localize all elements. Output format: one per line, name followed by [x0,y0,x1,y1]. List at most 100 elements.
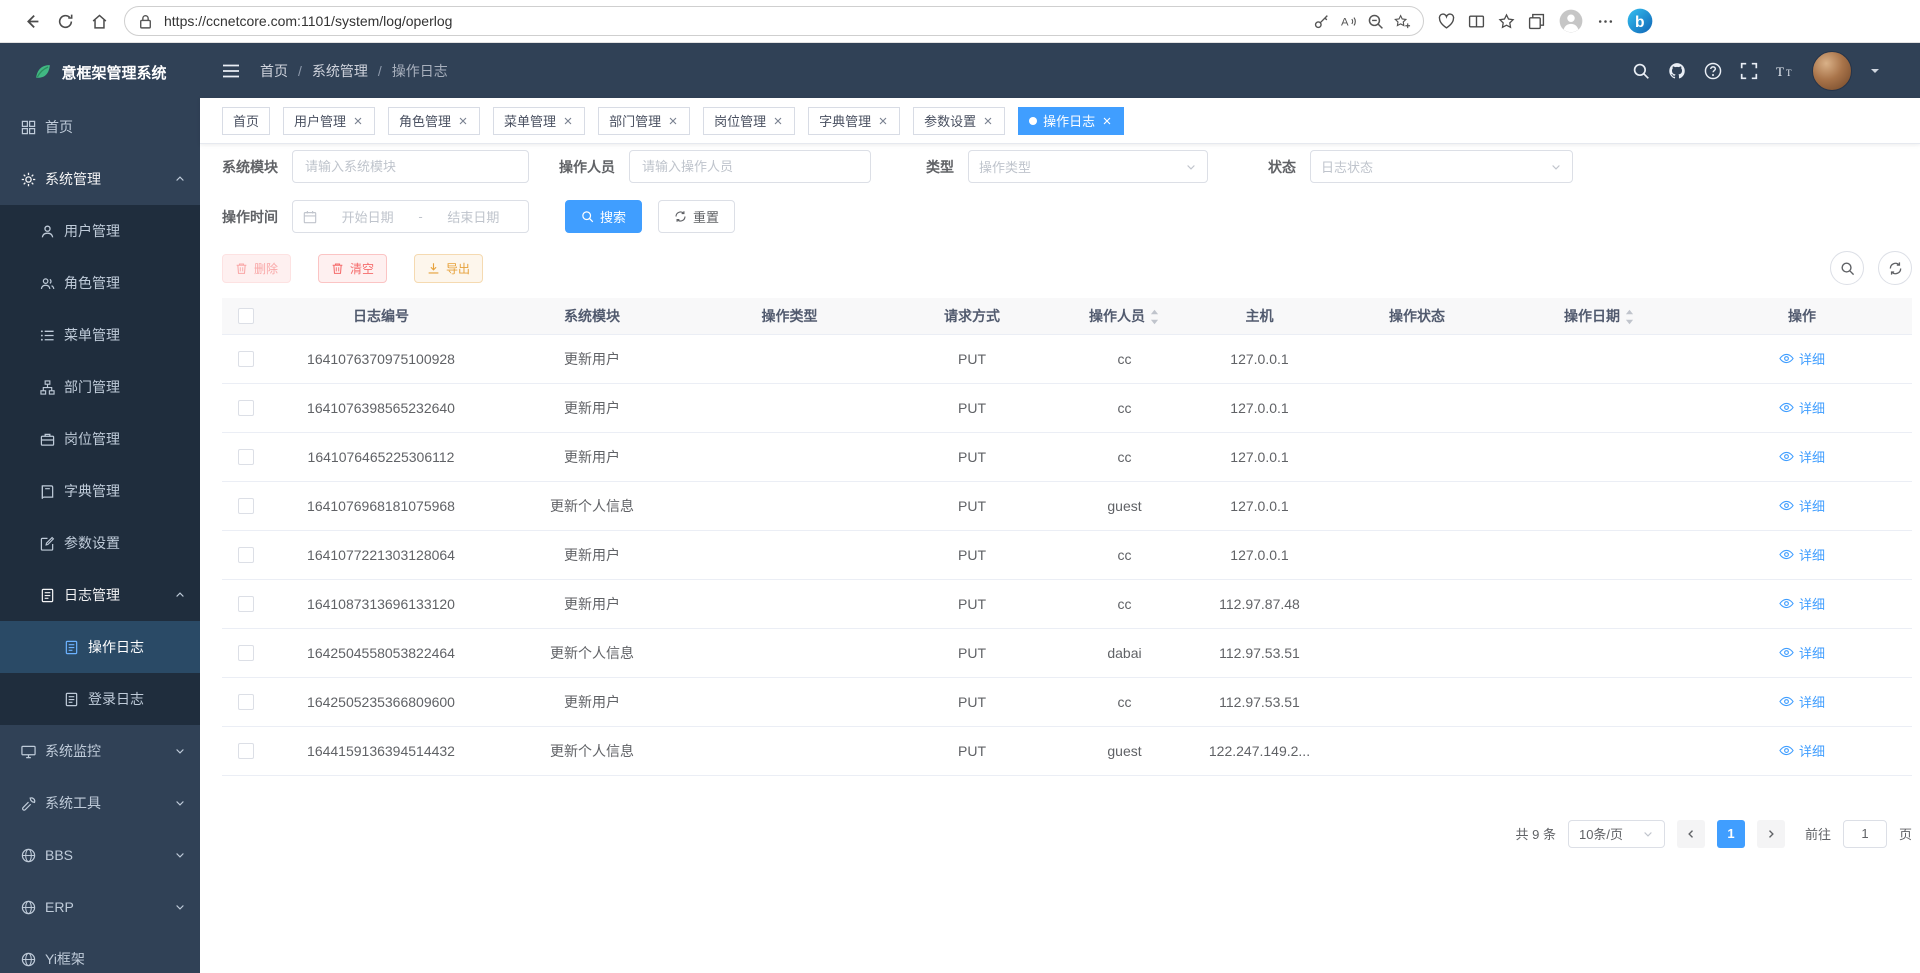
col-operator[interactable]: 操作人员 [1057,298,1192,334]
sidebar-item-home[interactable]: 首页 [0,101,200,153]
row-checkbox[interactable] [238,596,254,612]
col-date[interactable]: 操作日期 [1507,298,1692,334]
password-key-icon[interactable] [1313,13,1330,30]
tab-dept-mgmt[interactable]: 部门管理 [598,107,690,135]
row-checkbox[interactable] [238,694,254,710]
tab-post-mgmt[interactable]: 岗位管理 [703,107,795,135]
browser-refresh-button[interactable] [48,4,82,38]
search-button[interactable]: 搜索 [565,200,642,233]
row-checkbox[interactable] [238,645,254,661]
sidebar-item-login-log[interactable]: 登录日志 [0,673,200,725]
sidebar-item-operation-log[interactable]: 操作日志 [0,621,200,673]
breadcrumb-home[interactable]: 首页 [260,61,288,81]
detail-link[interactable]: 详细 [1779,692,1825,711]
page-1-button[interactable]: 1 [1717,820,1745,848]
tab-param-settings[interactable]: 参数设置 [913,107,1005,135]
sidebar-item-role-mgmt[interactable]: 角色管理 [0,257,200,309]
help-icon[interactable] [1704,62,1722,80]
tab-user-mgmt[interactable]: 用户管理 [283,107,375,135]
detail-link[interactable]: 详细 [1779,594,1825,613]
tab-home[interactable]: 首页 [222,107,270,135]
zoom-out-icon[interactable] [1367,13,1384,30]
detail-link[interactable]: 详细 [1779,741,1825,760]
sidebar-item-erp[interactable]: ERP [0,881,200,933]
search-icon[interactable] [1632,62,1650,80]
detail-link[interactable]: 详细 [1779,496,1825,515]
select-all-checkbox[interactable] [238,308,254,324]
sidebar-item-system-mgmt[interactable]: 系统管理 [0,153,200,205]
browser-profile-avatar[interactable] [1558,8,1584,34]
sidebar-item-user-mgmt[interactable]: 用户管理 [0,205,200,257]
tab-dict-mgmt[interactable]: 字典管理 [808,107,900,135]
github-icon[interactable] [1668,62,1686,80]
detail-link[interactable]: 详细 [1779,643,1825,662]
close-tab-icon[interactable] [562,115,574,127]
search-icon [1840,261,1855,276]
type-select[interactable]: 操作类型 [968,150,1208,183]
next-page-button[interactable] [1757,820,1785,848]
collapse-sidebar-icon[interactable] [222,62,240,80]
toggle-search-button[interactable] [1830,251,1864,285]
browser-back-button[interactable] [14,4,48,38]
status-select[interactable]: 日志状态 [1310,150,1573,183]
row-checkbox[interactable] [238,498,254,514]
close-tab-icon[interactable] [772,115,784,127]
detail-link[interactable]: 详细 [1779,398,1825,417]
site-security-lock-icon[interactable] [137,13,154,30]
sort-caret-icon[interactable] [1624,308,1635,326]
book-icon [40,484,55,499]
collections-icon[interactable] [1528,13,1545,30]
close-tab-icon[interactable] [352,115,364,127]
tab-operation-log[interactable]: 操作日志 [1018,107,1124,135]
row-checkbox[interactable] [238,351,254,367]
tab-menu-mgmt[interactable]: 菜单管理 [493,107,585,135]
close-tab-icon[interactable] [457,115,469,127]
row-checkbox[interactable] [238,547,254,563]
browser-menu-icon[interactable] [1597,13,1614,30]
delete-button[interactable]: 删除 [222,254,291,283]
sidebar-item-param-settings[interactable]: 参数设置 [0,517,200,569]
sidebar-item-post-mgmt[interactable]: 岗位管理 [0,413,200,465]
sidebar-item-menu-mgmt[interactable]: 菜单管理 [0,309,200,361]
sidebar-item-yi-framework[interactable]: Yi框架 [0,933,200,973]
split-screen-icon[interactable] [1468,13,1485,30]
sidebar-item-dept-mgmt[interactable]: 部门管理 [0,361,200,413]
export-button[interactable]: 导出 [414,254,483,283]
tab-role-mgmt[interactable]: 角色管理 [388,107,480,135]
font-size-icon[interactable] [1776,62,1794,80]
row-checkbox[interactable] [238,449,254,465]
detail-link[interactable]: 详细 [1779,545,1825,564]
close-tab-icon[interactable] [982,115,994,127]
date-range-picker[interactable]: 开始日期 - 结束日期 [292,200,529,233]
detail-link[interactable]: 详细 [1779,447,1825,466]
sidebar-item-bbs[interactable]: BBS [0,829,200,881]
detail-link[interactable]: 详细 [1779,349,1825,368]
goto-page-input[interactable] [1843,820,1887,848]
sidebar-item-system-monitor[interactable]: 系统监控 [0,725,200,777]
clear-button[interactable]: 清空 [318,254,387,283]
sidebar-item-log-mgmt[interactable]: 日志管理 [0,569,200,621]
favorites-icon[interactable] [1498,13,1515,30]
bing-chat-icon[interactable] [1627,8,1653,34]
page-size-select[interactable]: 10条/页 [1568,820,1665,848]
operator-input[interactable] [629,150,871,183]
reset-button[interactable]: 重置 [658,200,735,233]
module-input[interactable] [292,150,529,183]
sort-caret-icon[interactable] [1149,308,1160,326]
row-checkbox[interactable] [238,400,254,416]
browser-essentials-icon[interactable] [1438,13,1455,30]
close-tab-icon[interactable] [667,115,679,127]
user-avatar[interactable] [1812,51,1852,91]
prev-page-button[interactable] [1677,820,1705,848]
sidebar-item-system-tools[interactable]: 系统工具 [0,777,200,829]
refresh-table-button[interactable] [1878,251,1912,285]
address-bar[interactable]: https://ccnetcore.com:1101/system/log/op… [124,6,1424,36]
browser-home-button[interactable] [82,4,116,38]
read-aloud-icon[interactable] [1340,13,1357,30]
fullscreen-icon[interactable] [1740,62,1758,80]
row-checkbox[interactable] [238,743,254,759]
sidebar-item-dict-mgmt[interactable]: 字典管理 [0,465,200,517]
add-favorite-icon[interactable] [1394,13,1411,30]
close-tab-icon[interactable] [877,115,889,127]
close-tab-icon[interactable] [1101,115,1113,127]
